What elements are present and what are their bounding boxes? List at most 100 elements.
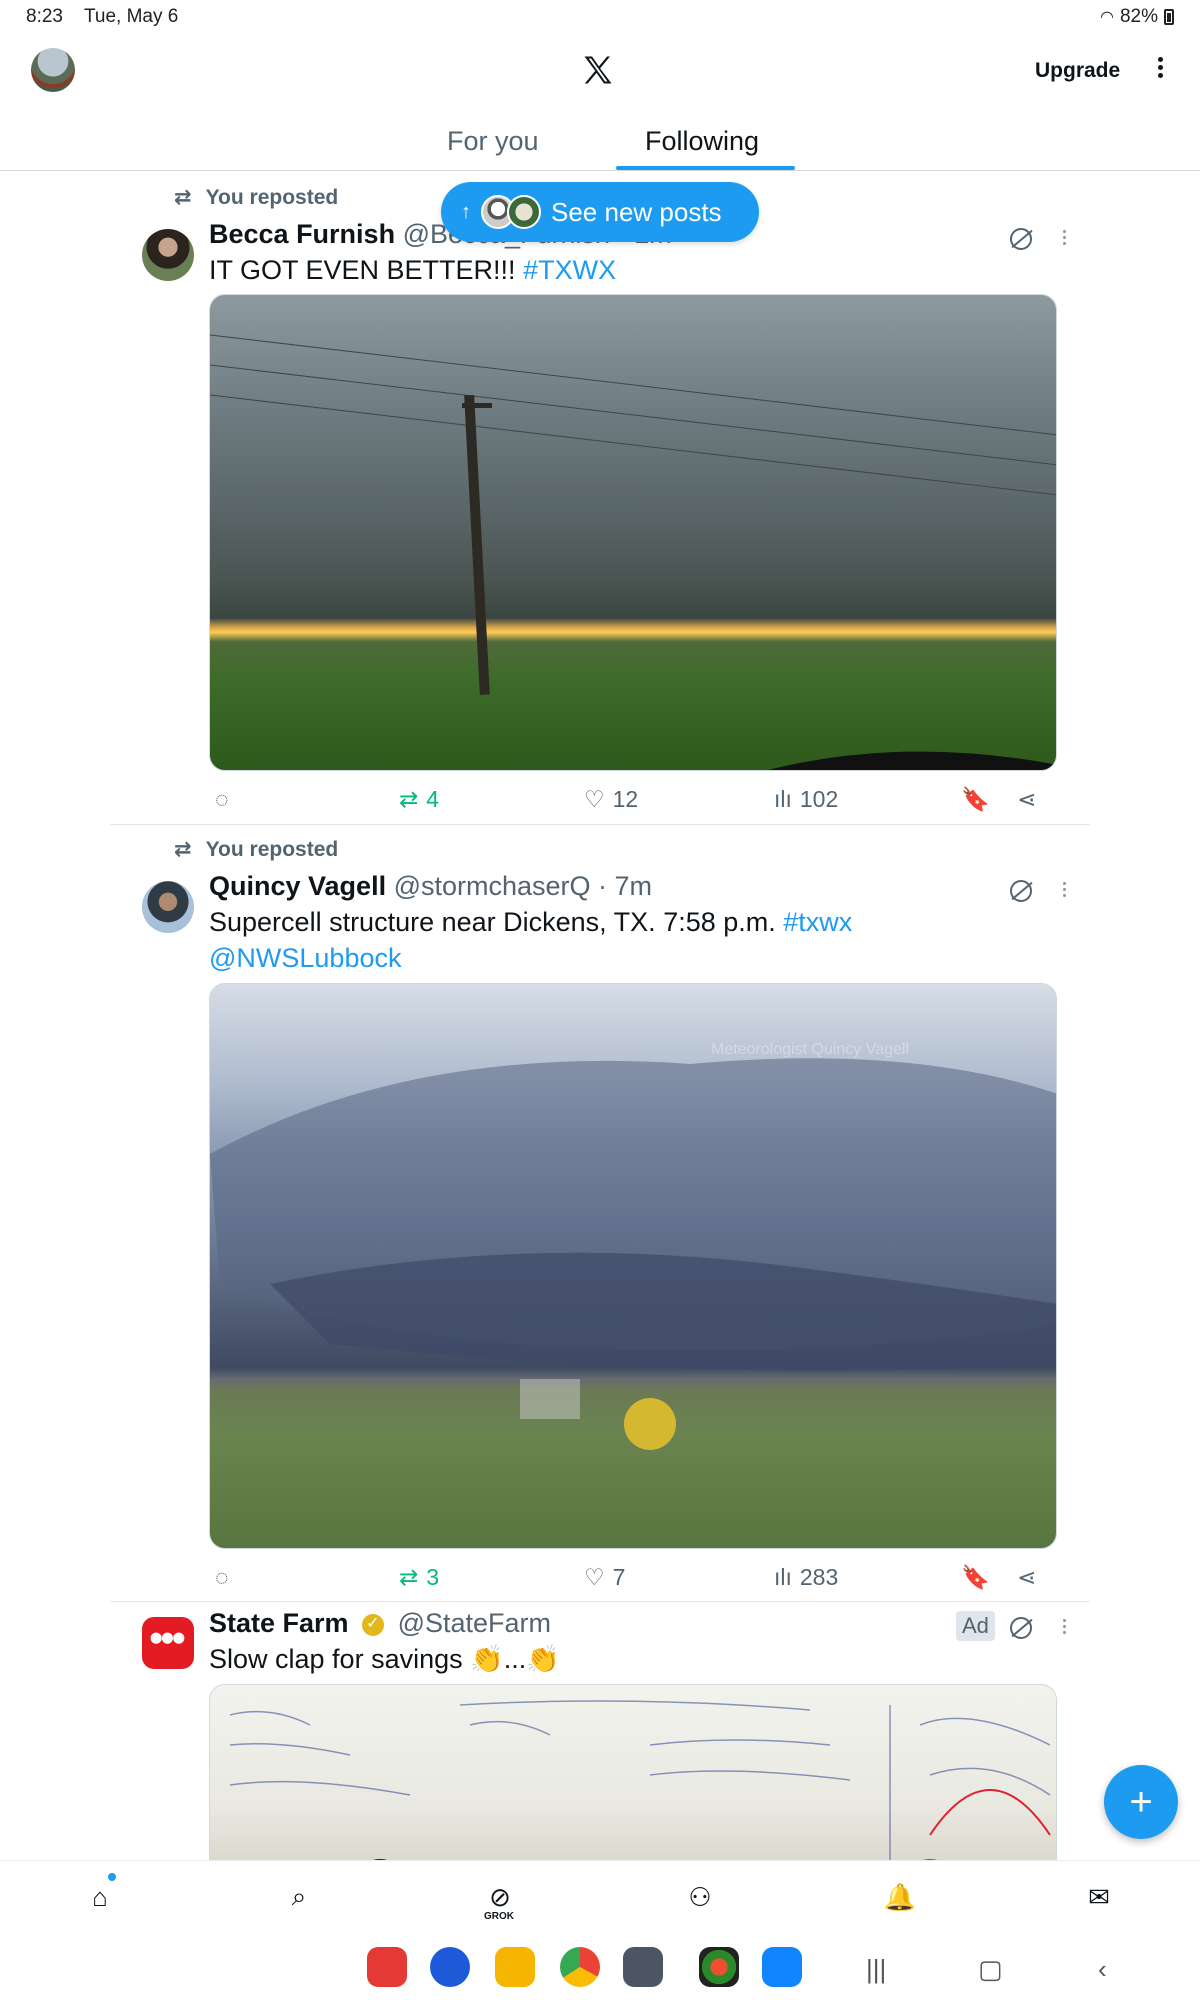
views-icon: ılı <box>774 1564 792 1590</box>
author-name[interactable]: Becca Furnish <box>209 219 395 249</box>
image-detail: Meteorologist Quincy Vagell <box>210 1041 1056 1450</box>
recent-apps-icon[interactable]: ||| <box>866 1954 886 1985</box>
upgrade-button[interactable]: Upgrade <box>1035 59 1120 83</box>
tweet-text-content: Supercell structure near Dickens, TX. 7:… <box>209 907 776 937</box>
see-new-posts-label: See new posts <box>551 196 722 227</box>
share-icon[interactable]: ⋖ <box>1017 786 1036 813</box>
tab-following[interactable]: Following <box>645 126 759 157</box>
like-button[interactable]: ♡ 12 <box>584 786 638 813</box>
files-app-icon[interactable] <box>495 1947 535 1987</box>
radar-app-icon[interactable] <box>699 1947 739 1987</box>
tweet-header: Quincy Vagell @stormchaserQ · 7m <box>209 871 652 902</box>
author-handle[interactable]: @stormchaserQ · 7m <box>394 871 652 901</box>
repost-button[interactable]: ⇄ 4 <box>399 786 439 813</box>
tab-for-you[interactable]: For you <box>447 126 539 157</box>
repost-count: 4 <box>426 786 440 812</box>
avatar <box>507 195 541 229</box>
back-icon[interactable]: ‹ <box>1098 1954 1107 1985</box>
grok-icon[interactable] <box>1010 1617 1032 1639</box>
bookmark-icon[interactable]: 🔖 <box>961 1564 990 1591</box>
top-app-bar: Upgrade <box>0 34 1200 104</box>
grok-label: GROK <box>484 1911 514 1922</box>
x-logo-icon[interactable] <box>580 52 616 88</box>
tweet-header: State Farm @StateFarm <box>209 1608 551 1639</box>
views-button[interactable]: ılı 283 <box>774 1564 838 1591</box>
author-name[interactable]: State Farm <box>209 1608 349 1638</box>
more-icon[interactable] <box>1061 1617 1067 1639</box>
tweet-image[interactable]: Meteorologist Quincy Vagell <box>209 983 1057 1549</box>
author-handle[interactable]: @StateFarm <box>398 1608 551 1638</box>
image-detail <box>210 334 1056 770</box>
mail-icon[interactable]: ✉ <box>1081 1879 1117 1915</box>
search-icon[interactable]: ⌕ <box>281 1879 317 1915</box>
chrome-app-icon[interactable] <box>560 1947 600 1987</box>
tweet[interactable]: ⇄ You reposted Becca Furnish @Becca_Furn… <box>110 175 1090 825</box>
app-drawer-icon[interactable] <box>623 1947 663 1987</box>
share-icon[interactable]: ⋖ <box>1017 1564 1036 1591</box>
see-new-posts-button[interactable]: ↑ See new posts <box>441 182 759 242</box>
tweet-image[interactable] <box>209 294 1057 771</box>
grok-icon[interactable] <box>1010 880 1032 902</box>
divider <box>110 1601 1090 1602</box>
repost-icon: ⇄ <box>174 186 192 209</box>
repost-label: You reposted <box>205 837 339 861</box>
divider <box>110 824 1090 825</box>
arrow-up-icon: ↑ <box>461 200 471 223</box>
home-icon[interactable]: ⌂ <box>82 1879 118 1915</box>
bottom-navigation: ⌂ ⌕ ⊘ GROK ⚇ 🔔 ✉ <box>0 1860 1200 1934</box>
like-button[interactable]: ♡ 7 <box>584 1564 625 1591</box>
tweet-text-content: Slow clap for savings 👏...👏 <box>209 1644 560 1674</box>
avatar[interactable] <box>142 881 194 933</box>
repost-icon: ⇄ <box>174 838 192 861</box>
tweet-text-content: IT GOT EVEN BETTER!!! <box>209 255 516 285</box>
reply-icon[interactable]: ◌ <box>215 1564 229 1591</box>
ad-video[interactable] <box>209 1684 1057 1860</box>
ad-tweet[interactable]: State Farm @StateFarm Ad Slow clap for s… <box>110 1603 1090 1860</box>
heart-icon: ♡ <box>584 1564 605 1590</box>
more-icon[interactable] <box>1150 54 1170 84</box>
status-right: ◠ 82% <box>1100 6 1174 28</box>
hashtag-link[interactable]: #TXWX <box>523 255 616 285</box>
messages-app-icon[interactable] <box>430 1947 470 1987</box>
image-watermark: Meteorologist Quincy Vagell <box>711 1041 909 1058</box>
reply-icon[interactable]: ◌ <box>215 786 229 813</box>
system-dock: ||| ▢ ‹ <box>0 1934 1200 2000</box>
status-date: Tue, May 6 <box>84 6 179 27</box>
compose-post-button[interactable]: + <box>1104 1765 1178 1839</box>
ad-badge: Ad <box>956 1611 995 1641</box>
like-count: 7 <box>612 1564 626 1590</box>
author-name[interactable]: Quincy Vagell <box>209 871 386 901</box>
views-icon: ılı <box>774 786 792 812</box>
bookmark-icon[interactable]: 🔖 <box>961 786 990 813</box>
tweet-actions: ◌ ⇄ 4 ♡ 12 ılı 102 🔖 ⋖ <box>209 786 1057 820</box>
communities-icon[interactable]: ⚇ <box>682 1879 718 1915</box>
repost-button[interactable]: ⇄ 3 <box>399 1564 439 1591</box>
more-icon[interactable] <box>1061 228 1067 250</box>
status-time: 8:23 <box>26 6 63 27</box>
bluesky-app-icon[interactable] <box>762 1947 802 1987</box>
grok-icon[interactable] <box>1010 228 1032 250</box>
more-icon[interactable] <box>1061 880 1067 902</box>
repost-indicator: ⇄ You reposted <box>174 185 338 210</box>
hashtag-link[interactable]: #txwx <box>783 907 852 937</box>
tweet[interactable]: ⇄ You reposted Quincy Vagell @stormchase… <box>110 827 1090 1602</box>
timeline-tabs: For you Following <box>0 104 1200 171</box>
avatar[interactable] <box>142 229 194 281</box>
repost-icon: ⇄ <box>399 1564 419 1590</box>
image-detail <box>229 1700 1051 1860</box>
mention-link[interactable]: @NWSLubbock <box>209 943 401 973</box>
tweet-text: Slow clap for savings 👏...👏 <box>209 1641 1059 1677</box>
repost-indicator: ⇄ You reposted <box>174 837 338 862</box>
profile-avatar[interactable] <box>31 48 75 92</box>
grok-icon[interactable]: ⊘ <box>482 1879 518 1915</box>
status-bar: 8:23 Tue, May 6 ◠ 82% <box>0 0 1200 34</box>
tweet-text: IT GOT EVEN BETTER!!! #TXWX <box>209 252 1059 288</box>
state-farm-logo[interactable] <box>142 1617 194 1669</box>
home-button-icon[interactable]: ▢ <box>978 1954 1003 1985</box>
views-button[interactable]: ılı 102 <box>774 786 838 813</box>
bell-icon[interactable]: 🔔 <box>882 1879 918 1915</box>
app-icon[interactable] <box>367 1947 407 1987</box>
battery-percent: 82% <box>1119 6 1158 27</box>
repost-icon: ⇄ <box>399 786 419 812</box>
view-count: 102 <box>799 786 839 812</box>
